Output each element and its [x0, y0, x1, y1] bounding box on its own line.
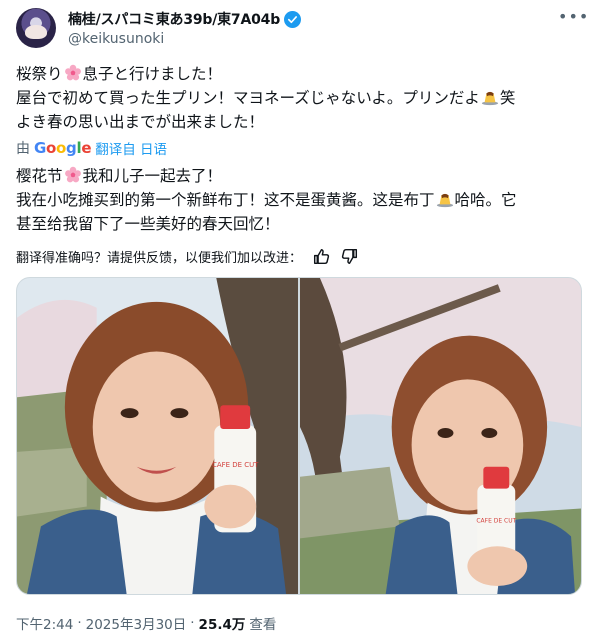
meta-separator: ·: [190, 615, 195, 631]
translated-line-3: 甚至给我留下了一些美好的春天回忆！: [16, 215, 280, 233]
more-options-icon[interactable]: •••: [558, 9, 588, 30]
translated-from-link[interactable]: 翻译自 日语: [95, 138, 167, 158]
display-name[interactable]: 楠桂/スパコミ東あ39b/東7A04b: [68, 9, 280, 29]
google-logo: Google: [34, 139, 91, 157]
verified-badge-icon[interactable]: [284, 10, 302, 28]
translated-line-1-b: 我和儿子一起去了！: [82, 167, 223, 185]
post-header: 楠桂/スパコミ東あ39b/東7A04b @keikusunoki •••: [16, 8, 588, 52]
photo-2[interactable]: CAFE DE CUT: [300, 278, 581, 594]
translated-post-text: 樱花节 我和儿子一起去了！ 我在小吃摊买到的第一个新鲜布丁！这不是蛋黄酱。这是布丁…: [16, 164, 582, 236]
original-line-1-b: 息子と行けました！: [82, 65, 223, 83]
translated-line-1: 樱花节 我和儿子一起去了！: [16, 164, 582, 188]
cherry-blossom-icon: [64, 64, 81, 81]
author-names: 楠桂/スパコミ東あ39b/東7A04b @keikusunoki: [68, 9, 302, 47]
original-line-1-a: 桜祭り: [16, 65, 63, 83]
thumbs-up-icon[interactable]: [312, 247, 330, 265]
views-count: 25.4万: [198, 617, 246, 633]
post-time[interactable]: 下午2:44: [16, 613, 73, 633]
post-date[interactable]: 2025年3月30日: [86, 613, 187, 633]
post-meta: 下午2:44 · 2025年3月30日 · 25.4万 查看: [16, 613, 276, 633]
pudding-icon: [481, 91, 499, 106]
translation-attribution: 由 Google 翻译自 日语: [16, 138, 167, 158]
original-line-2-a: 屋台で初めて買った生プリン！マヨネーズじゃないよ。プリンだよ: [16, 89, 480, 107]
display-name-row: 楠桂/スパコミ東あ39b/東7A04b: [68, 9, 302, 29]
google-letter-o2: o: [56, 139, 67, 157]
translated-line-1-a: 樱花节: [16, 167, 63, 185]
google-letter-g: G: [34, 139, 47, 157]
feedback-question: 翻译得准确吗？请提供反馈，以便我们加以改进：: [16, 250, 303, 266]
original-line-2: 屋台で初めて買った生プリン！マヨネーズじゃないよ。プリンだよ 笑: [16, 86, 582, 110]
google-letter-g2: g: [66, 139, 77, 157]
translated-line-2: 我在小吃摊买到的第一个新鲜布丁！这不是蛋黄酱。这是布丁 哈哈。它: [16, 188, 582, 212]
original-post-text: 桜祭り 息子と行けました！ 屋台で初めて買った生プリン！マヨネーズじゃないよ。プリ…: [16, 62, 582, 134]
views-label: 查看: [249, 617, 277, 633]
avatar-icon[interactable]: [16, 8, 56, 48]
bottle-label-1: CAFE DE CUT: [212, 461, 259, 469]
bottle-label-2: CAFE DE CUT: [476, 517, 516, 524]
original-line-1: 桜祭り 息子と行けました！: [16, 62, 582, 86]
cherry-blossom-icon: [64, 166, 81, 183]
original-line-2-b: 笑: [499, 89, 516, 107]
author-handle[interactable]: @keikusunoki: [68, 31, 301, 47]
pudding-icon: [436, 193, 453, 208]
google-letter-o1: o: [46, 139, 57, 157]
thumbs-down-icon[interactable]: [340, 247, 358, 265]
meta-separator: ·: [77, 615, 82, 631]
translated-line-2-a: 我在小吃摊买到的第一个新鲜布丁！这不是蛋黄酱。这是布丁: [16, 191, 435, 209]
original-line-3: よき春の思い出までが出来ました！: [16, 113, 265, 131]
media-grid: CAFE DE CUT CAFE DE CUT: [16, 277, 582, 595]
translated-prefix: 由: [16, 141, 30, 157]
translated-line-2-b: 哈哈。它: [454, 191, 517, 209]
translation-feedback: 翻译得准确吗？请提供反馈，以便我们加以改进：: [16, 246, 358, 266]
photo-1[interactable]: CAFE DE CUT: [17, 278, 298, 594]
google-letter-e: e: [81, 139, 92, 157]
